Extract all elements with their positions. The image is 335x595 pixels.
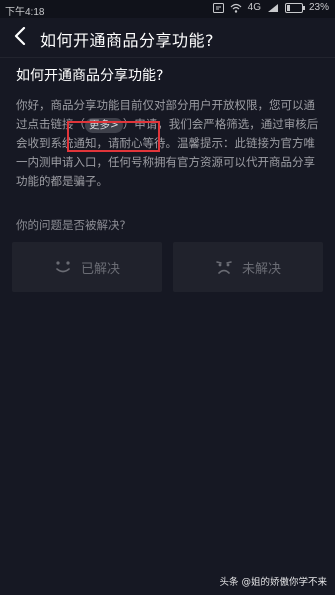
smile-icon — [54, 259, 72, 275]
resolved-button[interactable]: 已解决 — [12, 242, 162, 292]
unresolved-label: 未解决 — [241, 261, 281, 277]
watermark: 头条 @姐的娇傲你学不来 — [219, 577, 327, 588]
status-time: 下午4:18 — [5, 7, 45, 18]
nav-bar: 如何开通商品分享功能? — [0, 18, 335, 58]
signal-icon — [267, 3, 279, 13]
battery-level-fill — [286, 4, 290, 11]
wifi-icon — [230, 3, 242, 13]
notification-icon — [212, 2, 224, 13]
nav-divider — [0, 57, 335, 58]
status-network: 4G — [247, 2, 261, 13]
article-title: 如何开通商品分享功能? — [16, 68, 164, 84]
status-battery-percent: 23% — [308, 2, 329, 13]
chevron-left-icon — [14, 26, 26, 49]
more-link[interactable]: 更多> — [85, 118, 123, 133]
status-bar: 下午4:18 4G 23% — [0, 0, 335, 18]
frown-icon — [215, 259, 233, 275]
unresolved-button[interactable]: 未解决 — [173, 242, 323, 292]
feedback-buttons: 已解决 未解决 — [12, 242, 323, 292]
article-body: 你好，商品分享功能目前仅对部分用户开放权限，您可以通过点击链接（ 更多> ）申请，我… — [16, 96, 320, 191]
battery-icon — [284, 2, 305, 13]
back-button[interactable] — [8, 26, 32, 50]
faq-article: 如何开通商品分享功能? 你好，商品分享功能目前仅对部分用户开放权限，您可以通过点… — [16, 66, 320, 191]
resolved-label: 已解决 — [80, 261, 120, 277]
page-title: 如何开通商品分享功能? — [40, 31, 214, 50]
feedback-question: 你的问题是否被解决? — [16, 218, 126, 232]
status-indicators: 4G 23% — [212, 2, 329, 13]
